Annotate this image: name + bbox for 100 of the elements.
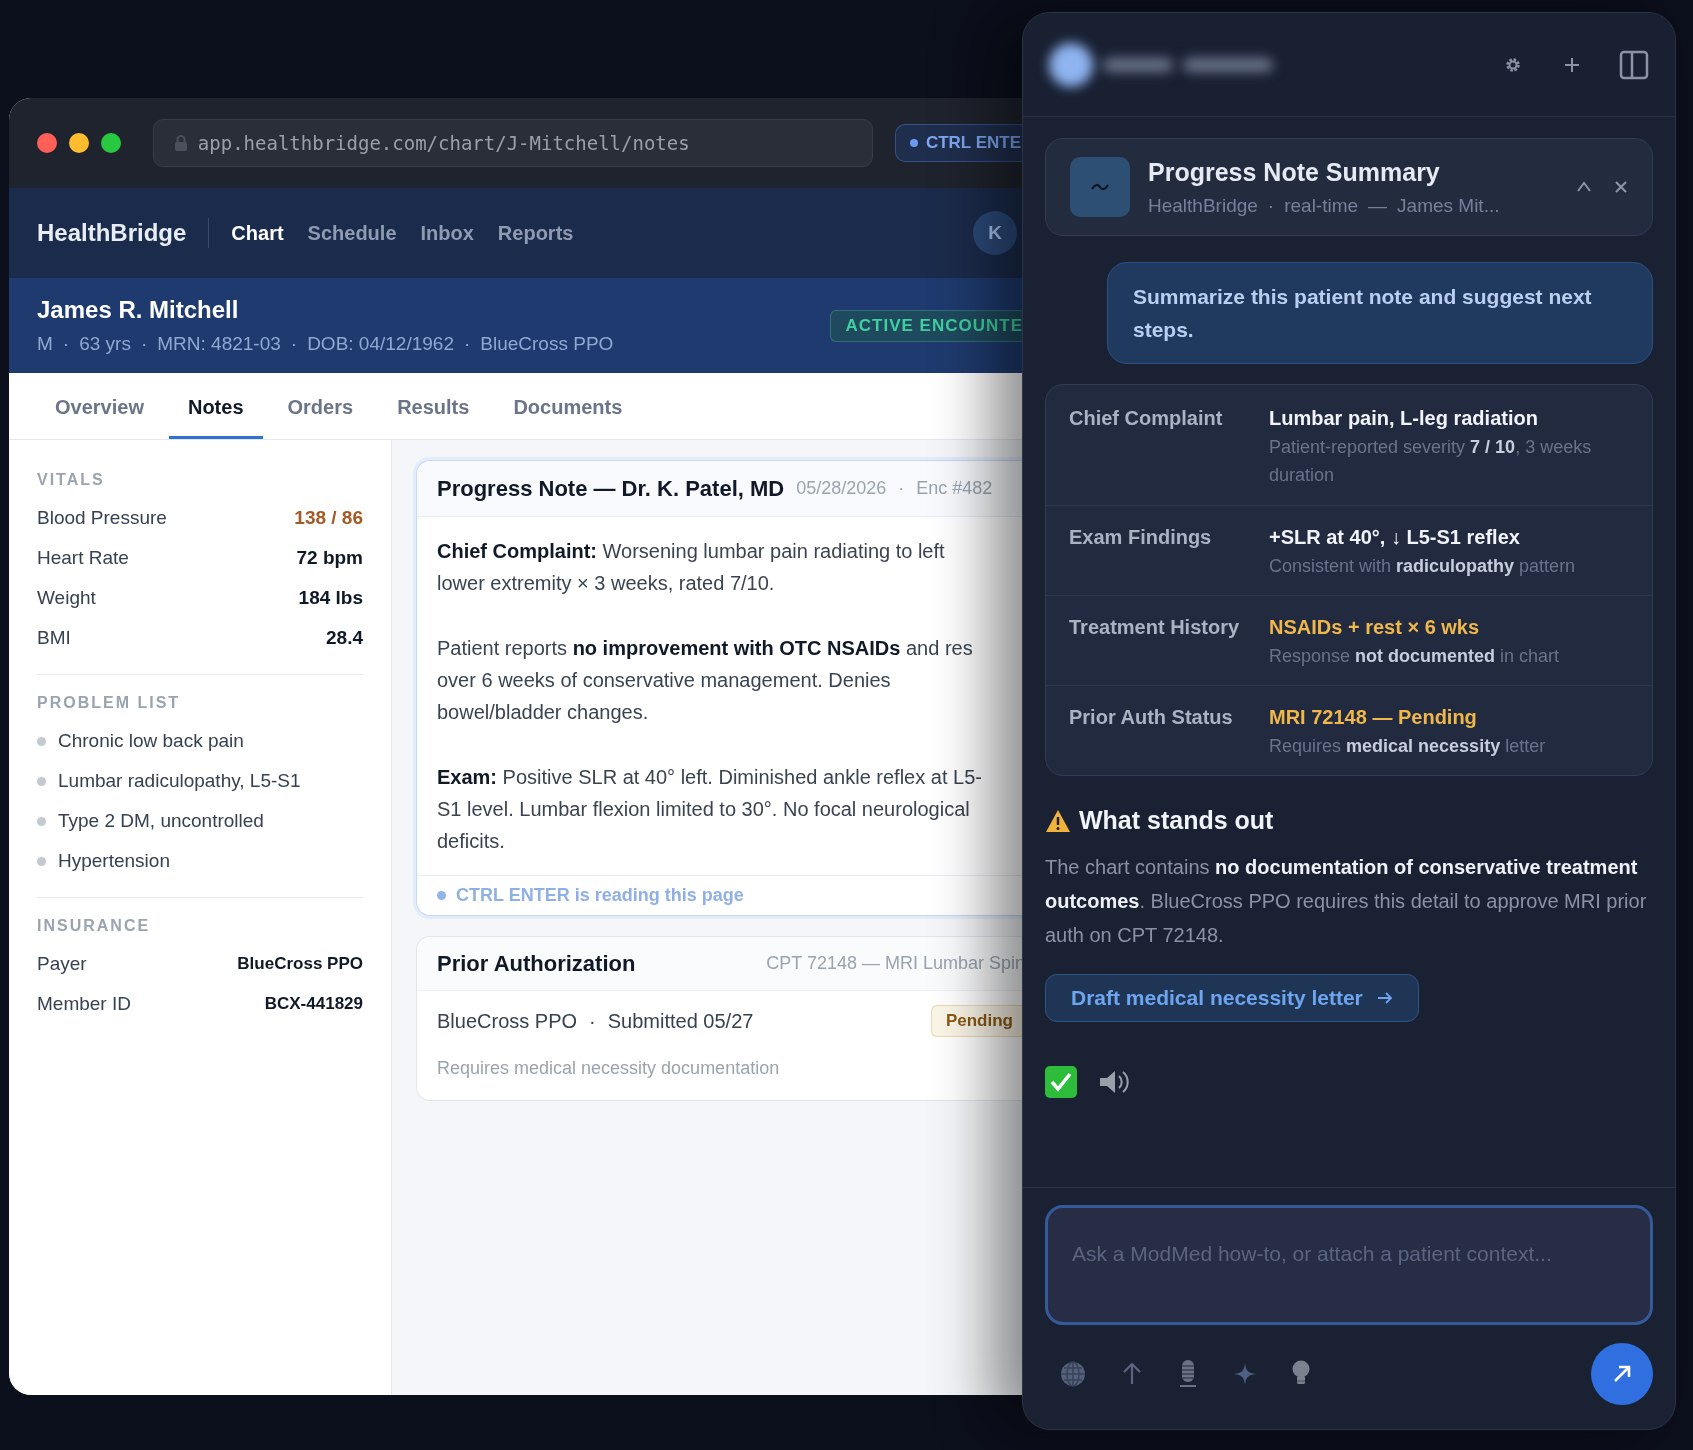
- sidebar-toggle-icon[interactable]: [1619, 49, 1649, 80]
- note-paragraph: Chief Complaint: Worsening lumbar pain radiating to left lower extremity × 3 weeks, rated 7/10.: [437, 539, 946, 596]
- upload-arrow-icon[interactable]: [1121, 1362, 1143, 1386]
- user-message: Summarize this patient note and suggest next steps.: [1133, 284, 1593, 343]
- patient-detail: BlueCross PPO: [480, 332, 614, 357]
- tab[interactable]: Orders: [268, 378, 373, 439]
- status-badge: Pending: [930, 1005, 1025, 1037]
- row-detail: Consistent with radiculopathy pattern: [1269, 555, 1576, 578]
- row-value: Lumbar pain, L-leg radiation: [1269, 406, 1539, 431]
- separator-dot: ·: [589, 1009, 596, 1034]
- checkmark-icon[interactable]: [1045, 1065, 1077, 1098]
- lock-icon: [173, 134, 188, 152]
- separator-dot: ·: [140, 332, 148, 357]
- extension-badge[interactable]: CTRL ENTE: [894, 124, 1025, 162]
- row-label: Treatment History: [1069, 615, 1241, 640]
- close-icon[interactable]: [1614, 180, 1628, 194]
- mode-label: real-time: [1284, 193, 1359, 218]
- arrow-up-right-icon: [1612, 1364, 1632, 1384]
- sparkle-icon[interactable]: [1233, 1362, 1257, 1386]
- ask-input-field[interactable]: Ask a ModMed how-to, or attach a patient context...: [1045, 1205, 1653, 1325]
- encounter-status-badge: ACTIVE ENCOUNTE: [829, 309, 1025, 342]
- insurance-value: BlueCross PPO: [237, 953, 363, 976]
- app-logo-text[interactable]: HealthBridge: [37, 215, 187, 251]
- reading-notice: CTRL ENTER is reading this page: [456, 884, 744, 907]
- note-date: 05/28/2026: [796, 477, 887, 500]
- nav-link[interactable]: Chart: [231, 218, 284, 248]
- row-value: NSAIDs + rest × 6 wks: [1269, 615, 1481, 640]
- payer-name: BlueCross PPO: [437, 1009, 578, 1034]
- section-heading: INSURANCE: [37, 916, 152, 936]
- problem-item: Chronic low back pain: [58, 728, 244, 753]
- problem-item: Lumbar radiculopathy, L5-S1: [58, 768, 301, 793]
- patient-label: James Mit...: [1397, 193, 1500, 218]
- bullet-icon: [37, 736, 46, 746]
- source-label: HealthBridge: [1148, 193, 1258, 218]
- insurance-label: Member ID: [37, 991, 131, 1016]
- arrow-right-icon: [1376, 991, 1393, 1004]
- row-value: +SLR at 40°, ↓ L5-S1 reflex: [1269, 525, 1521, 550]
- separator-dot: ·: [290, 332, 298, 357]
- row-detail: Requires medical necessity letter: [1269, 735, 1546, 758]
- row-label: Prior Auth Status: [1069, 705, 1234, 730]
- separator-dot: ·: [463, 332, 471, 357]
- vital-label: Blood Pressure: [37, 505, 167, 530]
- collapse-icon[interactable]: [1576, 181, 1592, 193]
- note-paragraph: Patient reports no improvement with OTC NSAIDs and res over 6 weeks of conservative management. Denies bowel/bladder changes.: [437, 636, 974, 725]
- separator-dot: ·: [1267, 193, 1275, 218]
- microphone-icon[interactable]: [1177, 1359, 1199, 1389]
- row-label: Exam Findings: [1069, 525, 1213, 550]
- row-detail: Patient-reported severity 7 / 10, 3 weeks duration: [1269, 436, 1593, 487]
- close-window-button[interactable]: [37, 133, 57, 153]
- section-heading: VITALS: [37, 470, 106, 490]
- note-title: Progress Note — Dr. K. Patel, MD: [437, 475, 785, 503]
- vital-value: 72 bpm: [296, 545, 363, 570]
- vital-label: Heart Rate: [37, 545, 129, 570]
- insurance-value: BCX-441829: [264, 993, 363, 1016]
- maximize-window-button[interactable]: [100, 133, 121, 153]
- bullet-icon: [37, 816, 46, 826]
- alert-message: The chart contains no documentation of conservative treatment outcomes. BlueCross PPO requires this detail to approve MRI prior auth on CPT 72148.: [1045, 854, 1648, 948]
- alert-heading: What stands out: [1079, 805, 1274, 836]
- tab[interactable]: Results: [378, 378, 489, 439]
- patient-name: James R. Mitchell: [37, 295, 240, 326]
- user-avatar[interactable]: K: [973, 211, 1017, 255]
- row-value: MRI 72148 — Pending: [1269, 705, 1478, 730]
- problem-item: Type 2 DM, uncontrolled: [58, 808, 264, 833]
- separator-dash: —: [1368, 193, 1388, 218]
- vital-value: 138 / 86: [294, 505, 363, 530]
- tab[interactable]: Documents: [494, 378, 642, 439]
- summary-title: Progress Note Summary: [1148, 157, 1441, 188]
- bullet-icon: [37, 856, 46, 866]
- minimize-window-button[interactable]: [68, 133, 89, 153]
- separator-dot: ·: [62, 332, 70, 357]
- patient-detail: 63 yrs: [79, 332, 131, 357]
- authorization-note: Requires medical necessity documentation: [436, 1057, 781, 1080]
- patient-detail: MRN: 4821-03: [157, 332, 281, 357]
- warning-icon: [1045, 808, 1071, 833]
- wave-icon: [1070, 157, 1130, 217]
- row-detail: Response not documented in chart: [1269, 645, 1560, 668]
- vital-value: 184 lbs: [298, 585, 363, 610]
- draft-letter-button[interactable]: Draft medical necessity letter: [1045, 973, 1419, 1022]
- section-heading: PROBLEM LIST: [37, 693, 182, 713]
- url-text: app.healthbridge.com/chart/J-Mitchell/notes: [197, 130, 690, 156]
- vital-label: BMI: [37, 625, 71, 650]
- tab[interactable]: Overview: [36, 378, 163, 439]
- insurance-label: Payer: [37, 951, 87, 976]
- note-paragraph: Exam: Positive SLR at 40° left. Diminished ankle reflex at L5-S1 level. Lumbar flexion limited to 30°. No focal neurological deficits.: [437, 765, 983, 854]
- bullet-icon: [37, 776, 46, 786]
- nav-link[interactable]: Schedule: [307, 218, 397, 248]
- new-chat-icon[interactable]: [1563, 55, 1581, 74]
- vital-value: 28.4: [326, 625, 363, 650]
- nav-link[interactable]: Inbox: [420, 218, 474, 248]
- submitted-date: Submitted 05/27: [607, 1009, 754, 1034]
- row-label: Chief Complaint: [1069, 406, 1224, 431]
- problem-item: Hypertension: [58, 848, 170, 873]
- address-bar[interactable]: app.healthbridge.com/chart/J-Mitchell/notes: [152, 119, 873, 167]
- globe-icon[interactable]: [1059, 1360, 1087, 1388]
- separator-dot: ·: [898, 477, 905, 500]
- encounter-number: Enc #482: [916, 477, 993, 500]
- card-title: Prior Authorization: [437, 950, 636, 978]
- nav-link[interactable]: Reports: [497, 218, 574, 248]
- vital-label: Weight: [37, 585, 96, 610]
- patient-detail: DOB: 04/12/1962: [307, 332, 454, 357]
